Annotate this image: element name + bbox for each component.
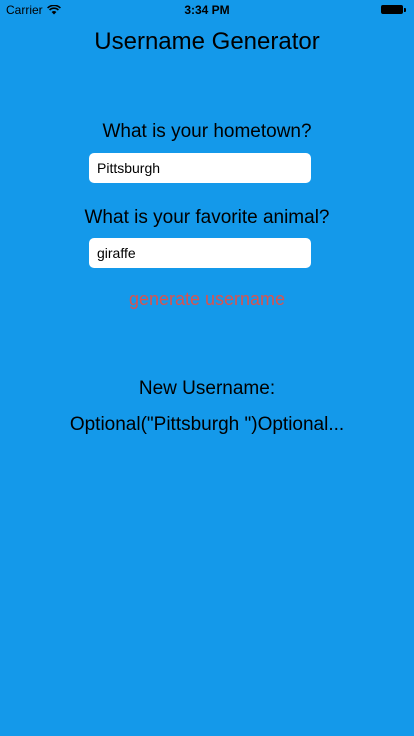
animal-label: What is your favorite animal? (84, 207, 330, 228)
generate-username-button[interactable]: generate username (0, 289, 414, 310)
hometown-input[interactable] (89, 153, 311, 183)
status-bar: Carrier 3:34 PM (0, 0, 414, 20)
animal-input[interactable] (89, 238, 311, 268)
generated-username-result: Optional("Pittsburgh ")Optional... (69, 414, 345, 435)
battery-icon (381, 5, 406, 14)
new-username-label: New Username: (138, 378, 276, 399)
hometown-label: What is your hometown? (102, 121, 312, 142)
status-time: 3:34 PM (184, 3, 230, 17)
page-title: Username Generator (94, 28, 320, 55)
